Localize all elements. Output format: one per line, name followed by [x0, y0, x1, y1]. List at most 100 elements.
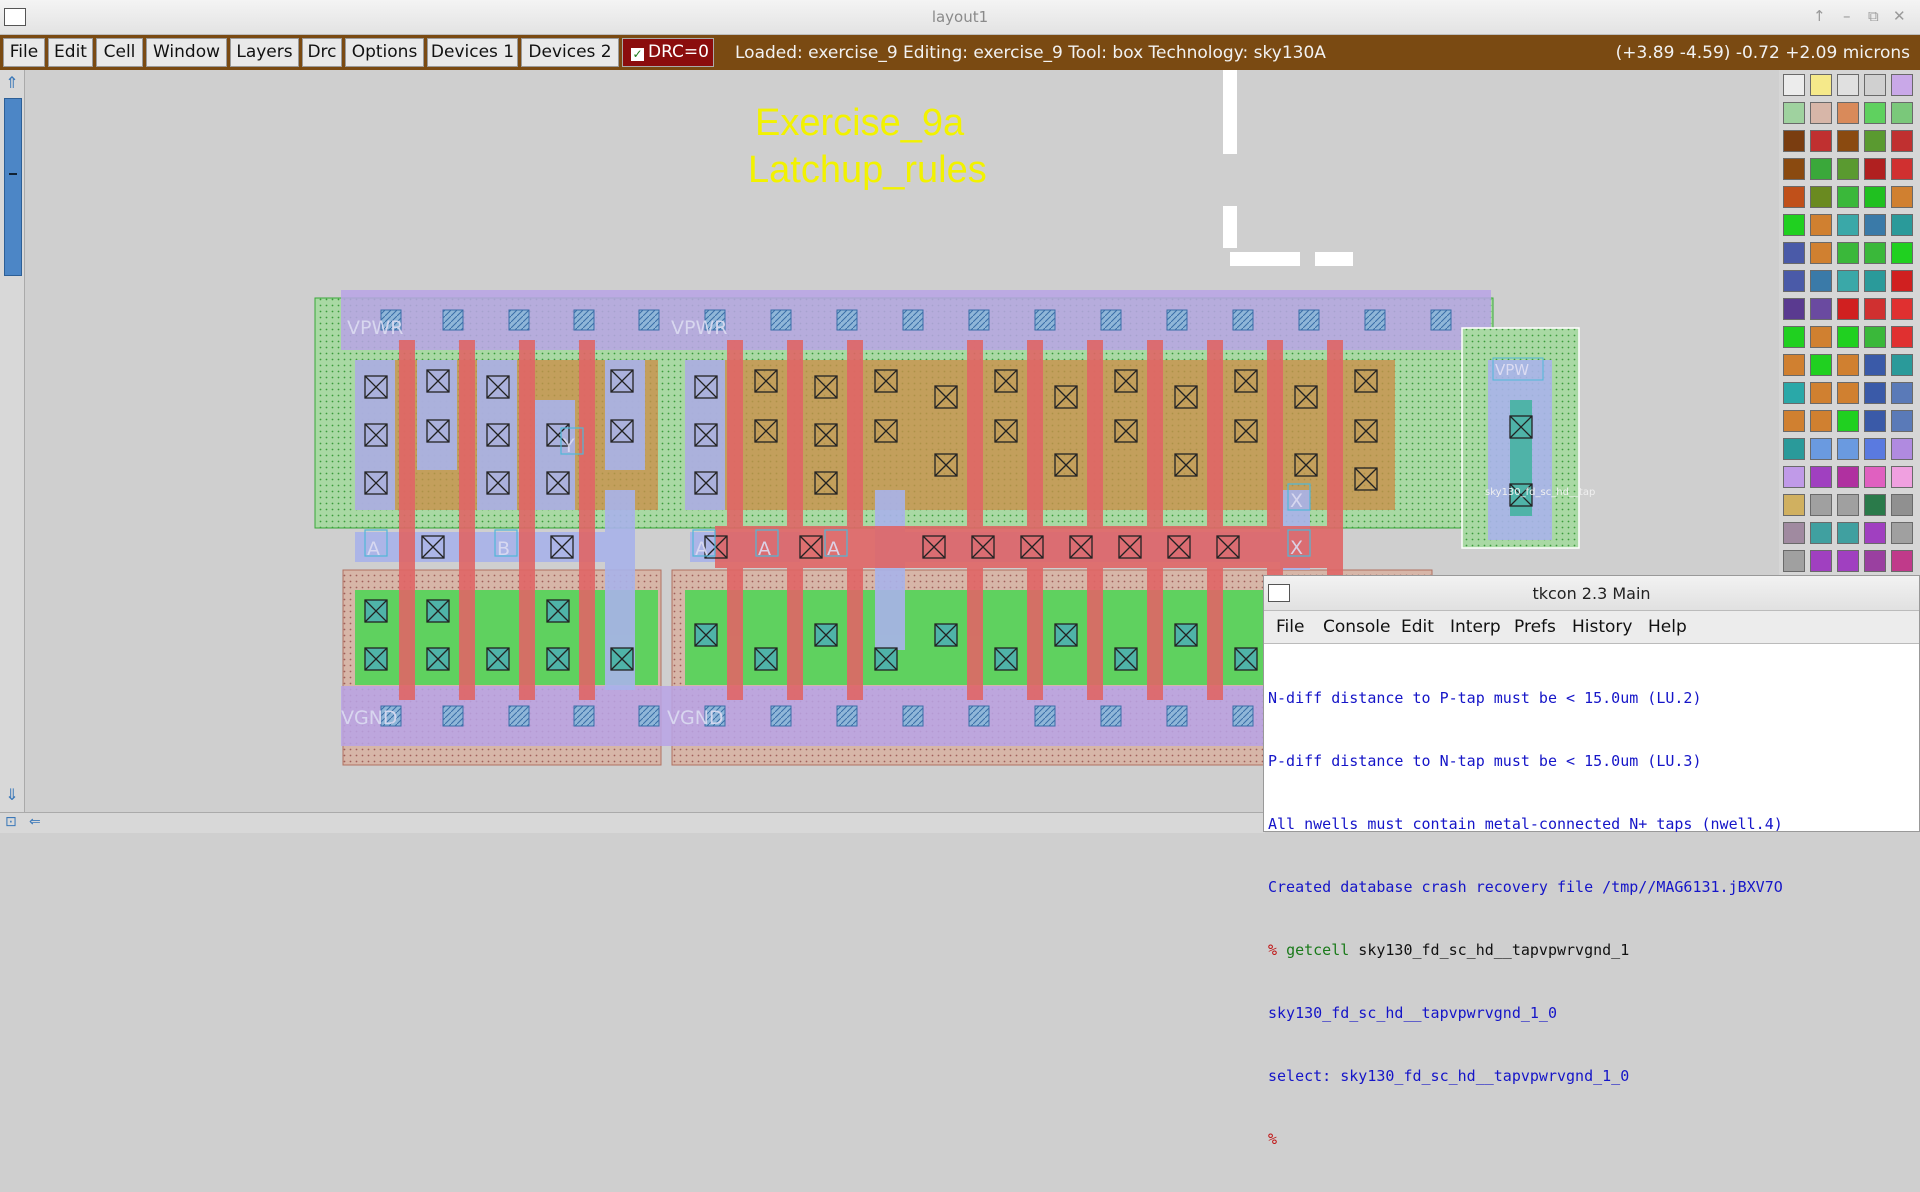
layer-swatch[interactable] [1837, 270, 1859, 292]
drc-toggle[interactable]: ✓ DRC=0 [622, 38, 714, 67]
tkcon-console-output[interactable]: N-diff distance to P-tap must be < 15.0u… [1268, 646, 1918, 1192]
layer-swatch[interactable] [1864, 158, 1886, 180]
layer-swatch[interactable] [1837, 214, 1859, 236]
scroll-left-icon[interactable]: ⇐ [29, 814, 41, 830]
tkcon-menu-history[interactable]: History [1572, 617, 1632, 637]
layer-swatch[interactable] [1783, 466, 1805, 488]
layer-swatch[interactable] [1837, 74, 1859, 96]
layer-swatch[interactable] [1810, 242, 1832, 264]
layer-swatch[interactable] [1783, 550, 1805, 572]
layer-swatch[interactable] [1783, 354, 1805, 376]
layer-swatch[interactable] [1891, 494, 1913, 516]
layer-swatch[interactable] [1891, 522, 1913, 544]
menu-drc[interactable]: Drc [302, 38, 342, 67]
layer-swatch[interactable] [1783, 242, 1805, 264]
layer-swatch[interactable] [1783, 186, 1805, 208]
layer-swatch[interactable] [1810, 438, 1832, 460]
menu-devices-2[interactable]: Devices 2 [521, 38, 619, 67]
layer-swatch[interactable] [1864, 102, 1886, 124]
layer-swatch[interactable] [1864, 74, 1886, 96]
layer-swatch[interactable] [1783, 102, 1805, 124]
layer-swatch[interactable] [1810, 550, 1832, 572]
layer-swatch[interactable] [1837, 466, 1859, 488]
layer-swatch[interactable] [1810, 382, 1832, 404]
layer-swatch[interactable] [1810, 270, 1832, 292]
tkcon-menu-file[interactable]: File [1276, 617, 1304, 637]
layer-swatch[interactable] [1810, 410, 1832, 432]
layer-swatch[interactable] [1783, 326, 1805, 348]
layer-swatch[interactable] [1864, 270, 1886, 292]
layer-swatch[interactable] [1783, 270, 1805, 292]
layer-swatch[interactable] [1783, 130, 1805, 152]
layer-swatch[interactable] [1891, 270, 1913, 292]
layer-swatch[interactable] [1864, 130, 1886, 152]
layer-swatch[interactable] [1864, 214, 1886, 236]
scroll-up-icon[interactable]: ⇑ [3, 74, 21, 92]
layer-swatch[interactable] [1810, 466, 1832, 488]
layer-swatch[interactable] [1891, 186, 1913, 208]
layer-swatch[interactable] [1837, 494, 1859, 516]
scroll-down-icon[interactable]: ⇓ [3, 786, 21, 804]
layer-swatch[interactable] [1864, 466, 1886, 488]
layer-swatch[interactable] [1810, 494, 1832, 516]
menu-window[interactable]: Window [146, 38, 227, 67]
console-input-line[interactable]: % [1268, 1129, 1918, 1150]
layer-swatch[interactable] [1837, 326, 1859, 348]
layer-swatch[interactable] [1891, 326, 1913, 348]
checkbox-icon[interactable]: ✓ [631, 48, 644, 61]
layer-swatch[interactable] [1810, 214, 1832, 236]
layer-swatch[interactable] [1810, 102, 1832, 124]
layer-swatch[interactable] [1891, 130, 1913, 152]
layer-swatch[interactable] [1783, 158, 1805, 180]
layer-swatch[interactable] [1864, 550, 1886, 572]
maximize-up-icon[interactable]: ↑ [1813, 7, 1826, 25]
layer-swatch[interactable] [1864, 494, 1886, 516]
layer-swatch[interactable] [1810, 158, 1832, 180]
tkcon-menu-console[interactable]: Console [1323, 617, 1391, 637]
layer-swatch[interactable] [1891, 102, 1913, 124]
tkcon-menu-edit[interactable]: Edit [1401, 617, 1434, 637]
restore-icon[interactable]: ⧉ [1868, 7, 1879, 25]
layer-swatch[interactable] [1891, 354, 1913, 376]
scroll-thumb[interactable] [4, 98, 22, 276]
minimize-icon[interactable]: – [1843, 7, 1851, 25]
layer-swatch[interactable] [1891, 466, 1913, 488]
menu-cell[interactable]: Cell [96, 38, 143, 67]
layer-swatch[interactable] [1891, 410, 1913, 432]
layer-swatch[interactable] [1891, 382, 1913, 404]
layer-swatch[interactable] [1864, 298, 1886, 320]
menu-layers[interactable]: Layers [230, 38, 299, 67]
layer-swatch[interactable] [1783, 382, 1805, 404]
layer-swatch[interactable] [1783, 214, 1805, 236]
layer-swatch[interactable] [1864, 382, 1886, 404]
layer-swatch[interactable] [1837, 550, 1859, 572]
layer-swatch[interactable] [1891, 298, 1913, 320]
menu-file[interactable]: File [3, 38, 45, 67]
layer-swatch[interactable] [1891, 214, 1913, 236]
menu-edit[interactable]: Edit [48, 38, 93, 67]
tkcon-menu-interp[interactable]: Interp [1450, 617, 1501, 637]
tkcon-menu-help[interactable]: Help [1648, 617, 1687, 637]
layer-swatch[interactable] [1810, 522, 1832, 544]
menu-options[interactable]: Options [345, 38, 424, 67]
horizontal-scrollbar[interactable]: ⊡ ⇐ [0, 812, 1265, 833]
layer-swatch[interactable] [1837, 382, 1859, 404]
layer-swatch[interactable] [1810, 130, 1832, 152]
layer-swatch[interactable] [1837, 130, 1859, 152]
layer-swatch[interactable] [1864, 354, 1886, 376]
layer-swatch[interactable] [1837, 354, 1859, 376]
layer-swatch[interactable] [1783, 74, 1805, 96]
layer-swatch[interactable] [1891, 550, 1913, 572]
layer-swatch[interactable] [1810, 298, 1832, 320]
layer-swatch[interactable] [1864, 410, 1886, 432]
layer-swatch[interactable] [1783, 410, 1805, 432]
layer-swatch[interactable] [1864, 186, 1886, 208]
layer-swatch[interactable] [1810, 186, 1832, 208]
menu-devices-1[interactable]: Devices 1 [427, 38, 518, 67]
layer-swatch[interactable] [1810, 354, 1832, 376]
layer-swatch[interactable] [1891, 242, 1913, 264]
layer-swatch[interactable] [1837, 410, 1859, 432]
close-icon[interactable]: ✕ [1893, 7, 1906, 25]
layer-swatch[interactable] [1837, 102, 1859, 124]
layer-swatch[interactable] [1783, 522, 1805, 544]
